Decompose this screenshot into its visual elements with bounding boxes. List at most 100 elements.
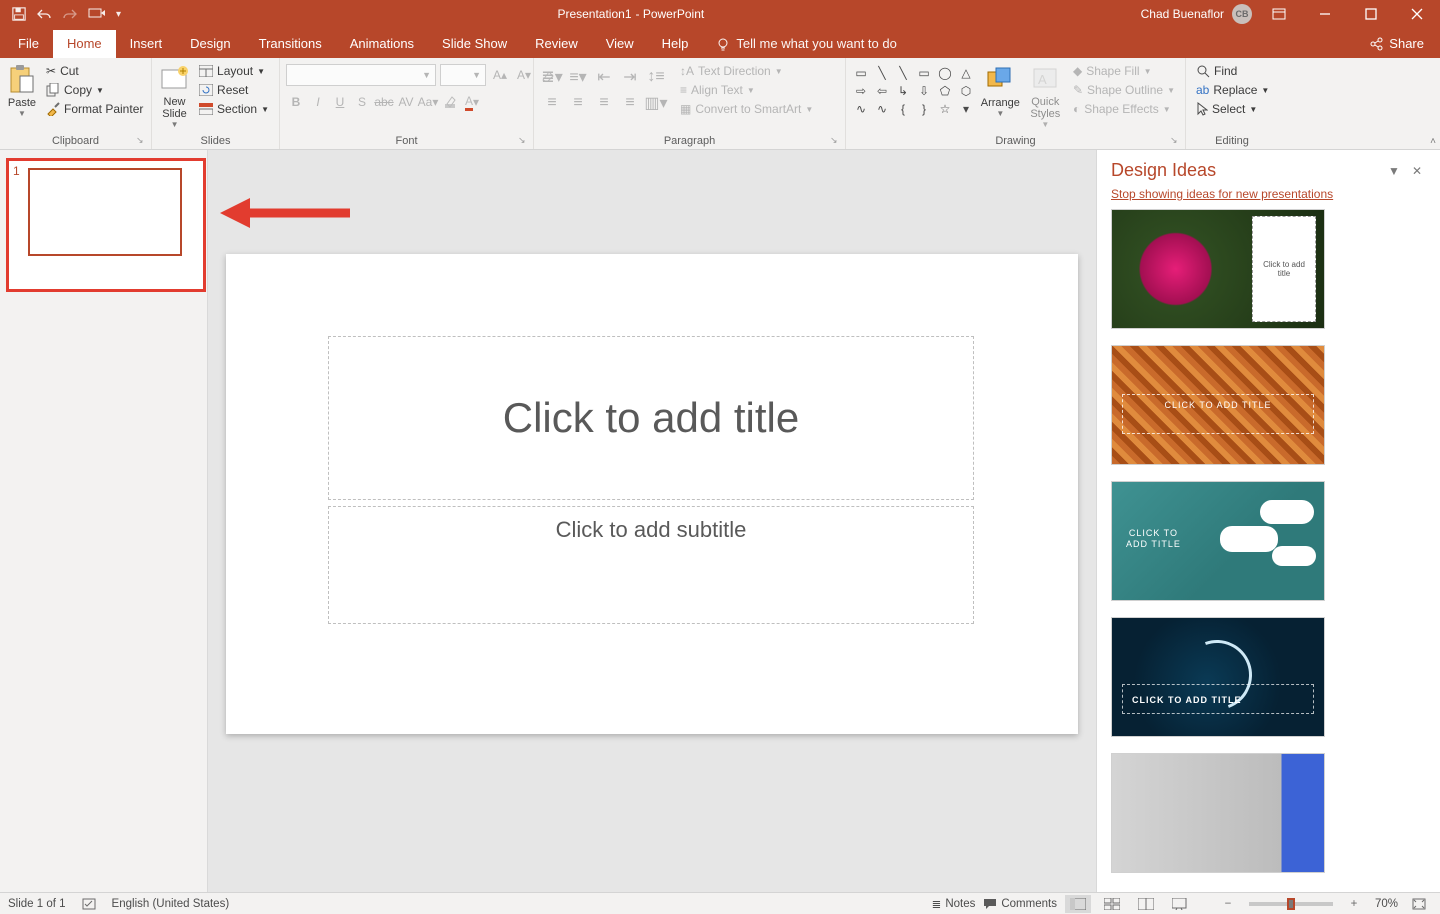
tab-review[interactable]: Review: [521, 30, 592, 58]
slide-thumbnails-panel[interactable]: 1: [0, 150, 208, 892]
share-button[interactable]: Share: [1359, 30, 1440, 58]
highlight-icon[interactable]: [440, 92, 460, 112]
align-left-icon[interactable]: ≡: [540, 93, 564, 113]
notes-toggle[interactable]: ≣ Notes: [932, 897, 976, 911]
tab-view[interactable]: View: [592, 30, 648, 58]
shape-star[interactable]: ☆: [936, 101, 954, 117]
tab-insert[interactable]: Insert: [116, 30, 177, 58]
dialog-launcher-icon[interactable]: ↘: [1170, 135, 1182, 147]
user-name[interactable]: Chad Buenaflor: [1141, 7, 1224, 21]
slide-canvas[interactable]: Click to add title Click to add subtitle: [226, 254, 1078, 734]
design-ideas-list[interactable]: Click to add title CLICK TO ADD TITLE CL…: [1097, 209, 1440, 892]
shape-larrow[interactable]: ⇦: [873, 83, 891, 99]
tab-help[interactable]: Help: [648, 30, 703, 58]
shape-oval[interactable]: ◯: [936, 65, 954, 81]
fit-to-window-icon[interactable]: [1406, 895, 1432, 913]
decrease-indent-icon[interactable]: ⇤: [592, 67, 616, 87]
shape-rarrow[interactable]: ⇨: [852, 83, 870, 99]
text-direction-button[interactable]: ↕A Text Direction ▼: [676, 63, 817, 79]
maximize-icon[interactable]: [1348, 0, 1394, 28]
shape-hex[interactable]: ⬡: [957, 83, 975, 99]
select-button[interactable]: Select ▼: [1192, 101, 1273, 117]
convert-smartart-button[interactable]: ▦ Convert to SmartArt ▼: [676, 101, 817, 117]
shape-textbox[interactable]: ▭: [852, 65, 870, 81]
save-icon[interactable]: [12, 7, 26, 21]
dialog-launcher-icon[interactable]: ↘: [136, 135, 148, 147]
quick-styles-button[interactable]: A Quick Styles ▼: [1026, 61, 1065, 129]
tell-me-search[interactable]: Tell me what you want to do: [708, 30, 906, 58]
user-avatar[interactable]: CB: [1232, 4, 1252, 24]
shape-darrow[interactable]: ⇩: [915, 83, 933, 99]
underline-icon[interactable]: U: [330, 92, 350, 112]
gallery-more-icon[interactable]: ▾: [957, 101, 975, 117]
qat-customize-icon[interactable]: ▾: [116, 9, 121, 20]
zoom-percent[interactable]: 70%: [1375, 898, 1398, 910]
dialog-launcher-icon[interactable]: ↘: [830, 135, 842, 147]
shape-curve[interactable]: ∿: [852, 101, 870, 117]
slideshow-view-icon[interactable]: [1167, 895, 1193, 913]
normal-view-icon[interactable]: [1065, 895, 1091, 913]
start-from-beginning-icon[interactable]: [88, 7, 106, 21]
tab-file[interactable]: File: [4, 30, 53, 58]
font-size-combo[interactable]: ▼: [440, 64, 486, 86]
zoom-out-icon[interactable]: −: [1215, 895, 1241, 913]
reset-button[interactable]: Reset: [195, 82, 273, 98]
minimize-icon[interactable]: [1302, 0, 1348, 28]
tab-animations[interactable]: Animations: [336, 30, 428, 58]
justify-icon[interactable]: ≡: [618, 93, 642, 113]
align-right-icon[interactable]: ≡: [592, 93, 616, 113]
design-idea-5[interactable]: [1111, 753, 1325, 873]
slide-position[interactable]: Slide 1 of 1: [8, 898, 66, 910]
grow-font-icon[interactable]: A▴: [490, 65, 510, 85]
shape-line[interactable]: ╲: [873, 65, 891, 81]
tab-slide-show[interactable]: Slide Show: [428, 30, 521, 58]
collapse-ribbon-icon[interactable]: ˄: [1430, 136, 1436, 147]
stop-ideas-link[interactable]: Stop showing ideas for new presentations: [1097, 185, 1440, 209]
subtitle-placeholder[interactable]: Click to add subtitle: [328, 506, 974, 624]
design-idea-1[interactable]: Click to add title: [1111, 209, 1325, 329]
spellcheck-icon[interactable]: [82, 897, 96, 911]
align-text-button[interactable]: ≡ Align Text ▼: [676, 82, 817, 98]
italic-icon[interactable]: I: [308, 92, 328, 112]
find-button[interactable]: Find: [1192, 63, 1273, 79]
design-idea-3[interactable]: CLICK TO ADD TITLE: [1111, 481, 1325, 601]
shape-outline-button[interactable]: ✎ Shape Outline ▼: [1069, 82, 1179, 98]
font-family-combo[interactable]: ▼: [286, 64, 436, 86]
copy-button[interactable]: Copy ▼: [42, 82, 147, 98]
shape-effects-button[interactable]: ◐ Shape Effects ▼: [1069, 101, 1179, 117]
undo-icon[interactable]: [36, 7, 52, 21]
tab-design[interactable]: Design: [176, 30, 244, 58]
design-idea-4[interactable]: CLICK TO ADD TITLE: [1111, 617, 1325, 737]
replace-button[interactable]: ab Replace ▼: [1192, 82, 1273, 98]
language-status[interactable]: English (United States): [112, 898, 230, 910]
paste-button[interactable]: Paste ▼: [6, 61, 38, 118]
change-case-icon[interactable]: Aa▾: [418, 92, 438, 112]
pane-close-icon[interactable]: ✕: [1406, 162, 1428, 180]
bullets-icon[interactable]: ≣▾: [540, 67, 564, 87]
line-spacing-icon[interactable]: ↕≡: [644, 67, 668, 87]
strikethrough-icon[interactable]: abc: [374, 92, 394, 112]
shape-brace[interactable]: {: [894, 101, 912, 117]
shape-triangle[interactable]: △: [957, 65, 975, 81]
shape-rect[interactable]: ▭: [915, 65, 933, 81]
tab-home[interactable]: Home: [53, 30, 116, 58]
design-idea-2[interactable]: CLICK TO ADD TITLE: [1111, 345, 1325, 465]
align-center-icon[interactable]: ≡: [566, 93, 590, 113]
increase-indent-icon[interactable]: ⇥: [618, 67, 642, 87]
tab-transitions[interactable]: Transitions: [245, 30, 336, 58]
slide-canvas-area[interactable]: Click to add title Click to add subtitle: [208, 150, 1096, 892]
format-painter-button[interactable]: Format Painter: [42, 101, 147, 117]
reading-view-icon[interactable]: [1133, 895, 1159, 913]
close-icon[interactable]: [1394, 0, 1440, 28]
shape-fill-button[interactable]: ◆ Shape Fill ▼: [1069, 63, 1179, 79]
cut-button[interactable]: ✂ Cut: [42, 63, 147, 79]
zoom-slider[interactable]: [1249, 902, 1333, 906]
text-shadow-icon[interactable]: S: [352, 92, 372, 112]
arrange-button[interactable]: Arrange ▼: [979, 61, 1022, 118]
ribbon-display-options-icon[interactable]: [1256, 0, 1302, 28]
title-placeholder[interactable]: Click to add title: [328, 336, 974, 500]
shape-connector[interactable]: ↳: [894, 83, 912, 99]
shape-pentagon[interactable]: ⬠: [936, 83, 954, 99]
redo-icon[interactable]: [62, 7, 78, 21]
zoom-in-icon[interactable]: +: [1341, 895, 1367, 913]
